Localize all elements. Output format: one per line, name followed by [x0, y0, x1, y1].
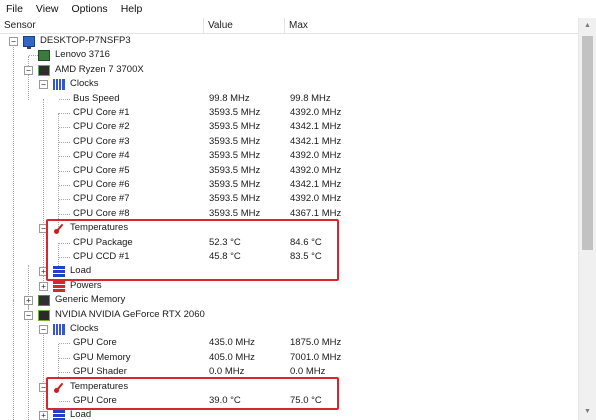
sensor-max: 4392.0 MHz	[290, 150, 342, 162]
sensor-max: 4342.1 MHz	[290, 135, 342, 147]
tree-row-cpu-clocks[interactable]: − Clocks	[0, 77, 578, 91]
gpu-temperatures-highlight	[46, 377, 339, 410]
tree-row-computer[interactable]: − DESKTOP-P7NSFP3	[0, 34, 578, 49]
group-label: Clocks	[70, 78, 99, 90]
sensor-max: 4342.1 MHz	[290, 121, 342, 133]
sensor-label: CPU Core #7	[73, 193, 130, 205]
sensor-label: CPU Core #5	[73, 164, 130, 176]
power-icon	[53, 280, 65, 292]
sensor-max: 4342.1 MHz	[290, 179, 342, 190]
column-value[interactable]: Value	[204, 18, 285, 34]
memory-name: Generic Memory	[55, 294, 126, 306]
sensor-value: 3593.5 MHz	[209, 164, 261, 176]
sensor-row[interactable]: CPU Core #4 3593.5 MHz 4392.0 MHz	[0, 149, 578, 163]
scrollbar-thumb[interactable]	[582, 36, 593, 250]
menu-options[interactable]: Options	[72, 3, 108, 15]
sensor-row[interactable]: CPU Core #6 3593.5 MHz 4342.1 MHz	[0, 178, 578, 192]
collapse-toggle[interactable]: −	[39, 80, 48, 90]
expand-toggle[interactable]: +	[24, 296, 33, 306]
sensor-max: 1875.0 MHz	[290, 337, 342, 349]
vertical-scrollbar[interactable]: ▲ ▼	[578, 18, 596, 420]
cpu-name: AMD Ryzen 7 3700X	[55, 63, 144, 75]
column-sensor[interactable]: Sensor	[0, 18, 204, 34]
sensor-label: CPU Core #2	[73, 121, 130, 133]
collapse-toggle[interactable]: −	[24, 65, 33, 75]
sensor-row[interactable]: CPU Core #1 3593.5 MHz 4392.0 MHz	[0, 106, 578, 120]
sensor-value: 3593.5 MHz	[209, 193, 261, 205]
sensor-value: 99.8 MHz	[209, 92, 250, 104]
sensor-value: 3593.5 MHz	[209, 135, 261, 147]
sensor-value: 3593.5 MHz	[209, 150, 261, 162]
motherboard-icon	[38, 50, 50, 62]
expand-toggle[interactable]: +	[39, 411, 48, 420]
sensor-row[interactable]: GPU Memory 405.0 MHz 7001.0 MHz	[0, 351, 578, 365]
sensor-row[interactable]: CPU Core #7 3593.5 MHz 4392.0 MHz	[0, 192, 578, 206]
tree-row-gpu[interactable]: − NVIDIA NVIDIA GeForce RTX 2060	[0, 308, 578, 322]
cpu-temperatures-highlight	[46, 219, 339, 281]
sensor-label: CPU Core #6	[73, 179, 130, 190]
collapse-toggle[interactable]: −	[24, 310, 33, 320]
tree-row-memory[interactable]: + Generic Memory	[0, 293, 578, 307]
sensor-value: 405.0 MHz	[209, 351, 255, 363]
clock-icon	[53, 79, 65, 91]
sensor-tree: − DESKTOP-P7NSFP3 Lenovo 3716 − AMD Ryze…	[0, 34, 578, 420]
sensor-value: 435.0 MHz	[209, 337, 255, 349]
sensor-max: 99.8 MHz	[290, 92, 331, 104]
cpu-chip-icon	[38, 64, 50, 76]
sensor-label: GPU Core	[73, 337, 117, 349]
menu-view[interactable]: View	[36, 3, 59, 15]
tree-row-cpu[interactable]: − AMD Ryzen 7 3700X	[0, 63, 578, 77]
group-label: Clocks	[70, 323, 99, 334]
sensor-row[interactable]: GPU Core 435.0 MHz 1875.0 MHz	[0, 336, 578, 350]
gpu-card-icon	[38, 309, 50, 321]
collapse-toggle[interactable]: −	[39, 325, 48, 334]
gpu-name: NVIDIA NVIDIA GeForce RTX 2060	[55, 308, 205, 320]
sensor-label: CPU Core #1	[73, 107, 130, 118]
sensor-label: GPU Memory	[73, 351, 131, 363]
tree-row-gpu-clocks[interactable]: − Clocks	[0, 322, 578, 336]
menu-help[interactable]: Help	[121, 3, 143, 15]
sensor-max: 7001.0 MHz	[290, 351, 342, 363]
computer-name: DESKTOP-P7NSFP3	[40, 35, 131, 46]
sensor-max: 4392.0 MHz	[290, 193, 342, 205]
clock-icon	[53, 324, 65, 335]
sensor-label: CPU Core #4	[73, 150, 130, 162]
collapse-toggle[interactable]: −	[9, 37, 18, 46]
sensor-label: Bus Speed	[73, 92, 120, 104]
sensor-max: 4392.0 MHz	[290, 107, 342, 118]
sensor-value: 3593.5 MHz	[209, 107, 261, 118]
column-header: Sensor Value Max	[0, 18, 578, 34]
expand-toggle[interactable]: +	[39, 281, 48, 291]
group-label: Load	[70, 409, 92, 420]
column-max[interactable]: Max	[285, 18, 578, 34]
sensor-value: 3593.5 MHz	[209, 121, 261, 133]
load-bars-icon	[53, 410, 65, 420]
memory-icon	[38, 295, 50, 307]
tree-row-gpu-load[interactable]: + Load	[0, 408, 578, 420]
sensor-max: 4392.0 MHz	[290, 164, 342, 176]
scroll-up-icon[interactable]: ▲	[579, 18, 596, 34]
sensor-row[interactable]: CPU Core #2 3593.5 MHz 4342.1 MHz	[0, 120, 578, 134]
menu-bar: File View Options Help	[0, 0, 596, 18]
menu-file[interactable]: File	[6, 3, 23, 15]
computer-icon	[23, 36, 35, 49]
sensor-row[interactable]: CPU Core #5 3593.5 MHz 4392.0 MHz	[0, 164, 578, 178]
scroll-down-icon[interactable]: ▼	[579, 404, 596, 420]
sensor-row[interactable]: CPU Core #3 3593.5 MHz 4342.1 MHz	[0, 135, 578, 149]
sensor-label: CPU Core #3	[73, 135, 130, 147]
sensor-row[interactable]: Bus Speed 99.8 MHz 99.8 MHz	[0, 92, 578, 106]
motherboard-name: Lenovo 3716	[55, 49, 110, 61]
tree-row-motherboard[interactable]: Lenovo 3716	[0, 48, 578, 62]
sensor-value: 3593.5 MHz	[209, 179, 261, 190]
